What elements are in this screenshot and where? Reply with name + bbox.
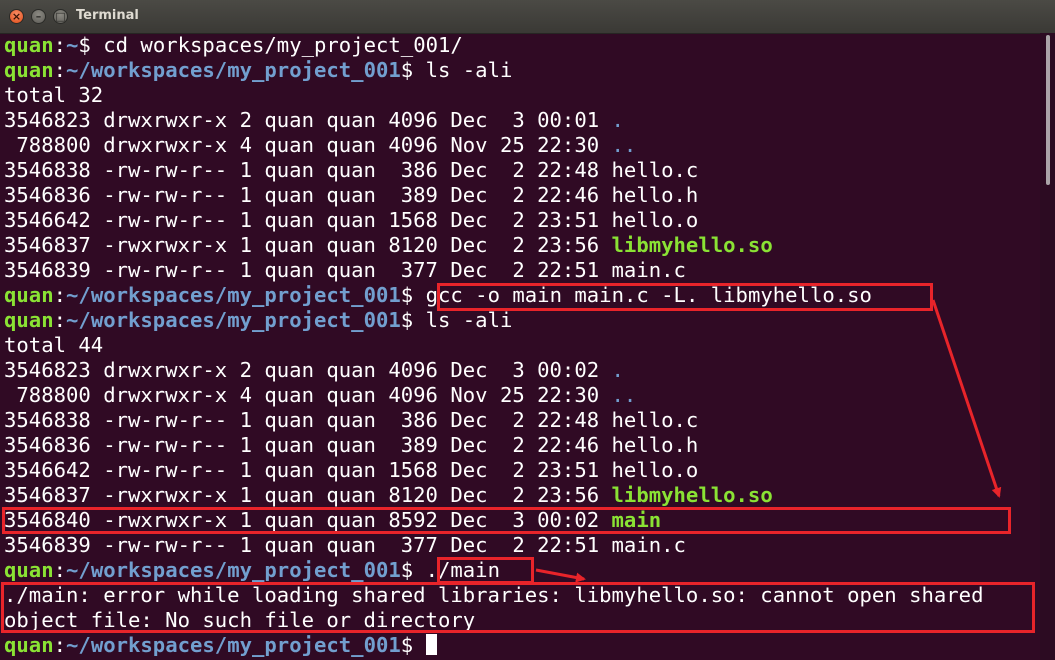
ls-entry-meta: 3546839 -rw-rw-r-- 1 quan quan 377 Dec 2… xyxy=(4,258,612,282)
terminal-window: × – □ Terminal quan:~$ cd workspaces/my_… xyxy=(0,0,1055,660)
ls-entry-meta: 3546642 -rw-rw-r-- 1 quan quan 1568 Dec … xyxy=(4,458,612,482)
prompt-user: quan xyxy=(4,283,54,307)
ls-entry-name: hello.h xyxy=(611,433,699,457)
annotation-box-run-command xyxy=(437,557,534,584)
ls-entry: 788800 drwxrwxr-x 4 quan quan 4096 Nov 2… xyxy=(4,133,1040,158)
scrollbar-thumb[interactable] xyxy=(1046,35,1050,185)
annotation-box-gcc-command xyxy=(437,283,933,311)
prompt-separator: : xyxy=(53,558,67,582)
annotation-box-main-entry xyxy=(2,507,1011,534)
minimize-icon[interactable]: – xyxy=(31,9,46,24)
prompt-symbol: $ xyxy=(400,633,414,657)
ls-entry: 3546836 -rw-rw-r-- 1 quan quan 389 Dec 2… xyxy=(4,433,1040,458)
prompt-line: quan:~/workspaces/my_project_001$ ls -al… xyxy=(4,58,1040,83)
ls-entry-name: .. xyxy=(611,383,637,407)
ls-entry-name: hello.c xyxy=(611,408,699,432)
command-text: ls -ali xyxy=(413,308,513,332)
ls-entry-name: .. xyxy=(611,133,637,157)
ls-entry-name: hello.h xyxy=(611,183,699,207)
ls-entry: 3546839 -rw-rw-r-- 1 quan quan 377 Dec 2… xyxy=(4,533,1040,558)
prompt-separator: : xyxy=(53,283,67,307)
ls-entry: 788800 drwxrwxr-x 4 quan quan 4096 Nov 2… xyxy=(4,383,1040,408)
prompt-path: ~/workspaces/my_project_001 xyxy=(66,558,401,582)
ls-entry: 3546839 -rw-rw-r-- 1 quan quan 377 Dec 2… xyxy=(4,258,1040,283)
ls-entry: 3546823 drwxrwxr-x 2 quan quan 4096 Dec … xyxy=(4,108,1040,133)
prompt-separator: : xyxy=(53,633,67,657)
prompt-user: quan xyxy=(4,308,54,332)
ls-entry-name: . xyxy=(611,108,624,132)
prompt-path: ~/workspaces/my_project_001 xyxy=(66,308,401,332)
ls-entry: 3546838 -rw-rw-r-- 1 quan quan 386 Dec 2… xyxy=(4,408,1040,433)
ls-entry-meta: 3546836 -rw-rw-r-- 1 quan quan 389 Dec 2… xyxy=(4,183,612,207)
prompt-user: quan xyxy=(4,558,54,582)
ls-entry-name: hello.c xyxy=(611,158,699,182)
ls-entry-meta: 3546823 drwxrwxr-x 2 quan quan 4096 Dec … xyxy=(4,358,612,382)
output-line: total 32 xyxy=(4,83,104,107)
ls-entry: 3546823 drwxrwxr-x 2 quan quan 4096 Dec … xyxy=(4,358,1040,383)
scrollbar[interactable] xyxy=(1040,33,1055,660)
ls-entry: 3546837 -rwxrwxr-x 1 quan quan 8120 Dec … xyxy=(4,233,1040,258)
prompt-separator: : xyxy=(53,58,67,82)
ls-entry-name: main.c xyxy=(611,258,686,282)
ls-entry-meta: 788800 drwxrwxr-x 4 quan quan 4096 Nov 2… xyxy=(4,383,612,407)
prompt-user: quan xyxy=(4,33,54,57)
ls-entry-name: main.c xyxy=(611,533,686,557)
output-line: total 44 xyxy=(4,333,104,357)
ls-entry-name: libmyhello.so xyxy=(611,483,773,507)
ls-entry-meta: 3546838 -rw-rw-r-- 1 quan quan 386 Dec 2… xyxy=(4,158,612,182)
ls-entry-meta: 3546839 -rw-rw-r-- 1 quan quan 377 Dec 2… xyxy=(4,533,612,557)
ls-entry-meta: 788800 drwxrwxr-x 4 quan quan 4096 Nov 2… xyxy=(4,133,612,157)
ls-entry-name: hello.o xyxy=(611,208,699,232)
command-text xyxy=(413,633,425,657)
ls-entry: 3546837 -rwxrwxr-x 1 quan quan 8120 Dec … xyxy=(4,483,1040,508)
ls-entry-meta: 3546837 -rwxrwxr-x 1 quan quan 8120 Dec … xyxy=(4,483,612,507)
annotation-box-error-message xyxy=(1,582,1035,633)
window-title: Terminal xyxy=(76,8,139,23)
prompt-symbol: $ xyxy=(400,283,414,307)
ls-entry-meta: 3546642 -rw-rw-r-- 1 quan quan 1568 Dec … xyxy=(4,208,612,232)
ls-entry: 3546836 -rw-rw-r-- 1 quan quan 389 Dec 2… xyxy=(4,183,1040,208)
prompt-path: ~ xyxy=(66,33,79,57)
close-icon[interactable]: × xyxy=(9,9,24,24)
prompt-path: ~/workspaces/my_project_001 xyxy=(66,633,401,657)
text-cursor[interactable] xyxy=(425,634,437,655)
prompt-line: quan:~/workspaces/my_project_001$ ls -al… xyxy=(4,308,1040,333)
ls-entry-meta: 3546837 -rwxrwxr-x 1 quan quan 8120 Dec … xyxy=(4,233,612,257)
prompt-user: quan xyxy=(4,633,54,657)
prompt-symbol: $ xyxy=(400,58,414,82)
title-bar[interactable]: × – □ Terminal xyxy=(0,0,1055,34)
prompt-symbol: $ xyxy=(78,33,91,57)
ls-entry-meta: 3546838 -rw-rw-r-- 1 quan quan 386 Dec 2… xyxy=(4,408,612,432)
ls-entry-name: libmyhello.so xyxy=(611,233,773,257)
command-text: ls -ali xyxy=(413,58,513,82)
ls-entry-name: hello.o xyxy=(611,458,699,482)
ls-entry-name: . xyxy=(611,358,624,382)
ls-entry: 3546838 -rw-rw-r-- 1 quan quan 386 Dec 2… xyxy=(4,158,1040,183)
ls-entry-meta: 3546823 drwxrwxr-x 2 quan quan 4096 Dec … xyxy=(4,108,612,132)
ls-entry: 3546642 -rw-rw-r-- 1 quan quan 1568 Dec … xyxy=(4,458,1040,483)
maximize-icon[interactable]: □ xyxy=(53,9,68,24)
prompt-line: quan:~/workspaces/my_project_001$ xyxy=(4,633,1040,658)
ls-entry-meta: 3546836 -rw-rw-r-- 1 quan quan 389 Dec 2… xyxy=(4,433,612,457)
prompt-path: ~/workspaces/my_project_001 xyxy=(66,58,401,82)
prompt-line: quan:~$ cd workspaces/my_project_001/ xyxy=(4,33,1040,58)
prompt-path: ~/workspaces/my_project_001 xyxy=(66,283,401,307)
prompt-symbol: $ xyxy=(400,558,414,582)
command-text: cd workspaces/my_project_001/ xyxy=(90,33,463,57)
prompt-separator: : xyxy=(53,308,67,332)
prompt-user: quan xyxy=(4,58,54,82)
ls-entry: 3546642 -rw-rw-r-- 1 quan quan 1568 Dec … xyxy=(4,208,1040,233)
prompt-separator: : xyxy=(53,33,67,57)
prompt-symbol: $ xyxy=(400,308,414,332)
